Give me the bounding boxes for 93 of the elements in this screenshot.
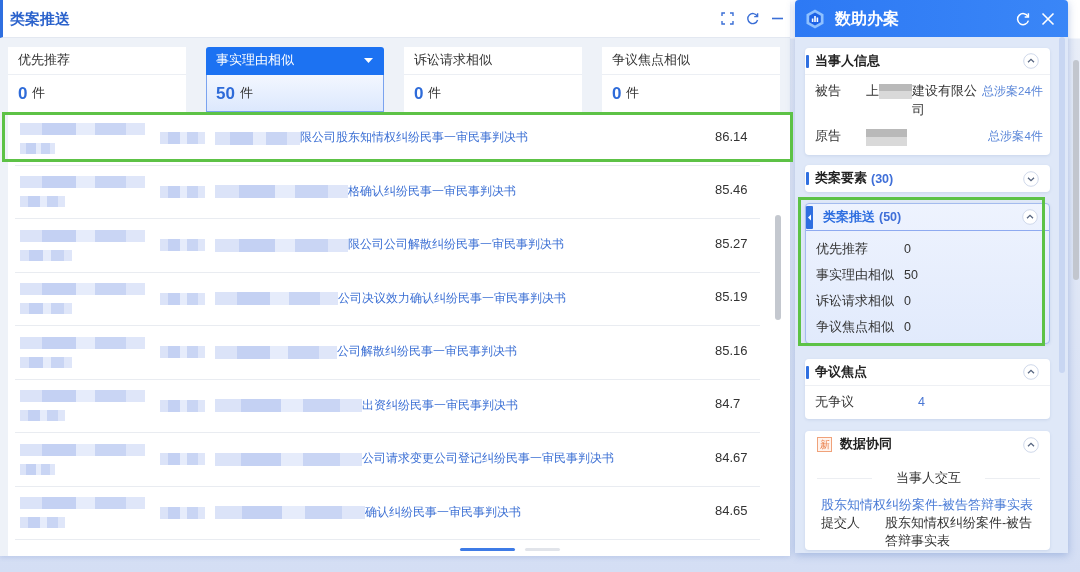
chevron-down-icon[interactable] — [1023, 170, 1039, 187]
section-title: 类案要素 — [815, 170, 867, 187]
party-role: 被告 — [815, 83, 842, 100]
redacted-text — [20, 142, 55, 154]
party-name-text: 上 — [866, 83, 879, 100]
redacted-text — [20, 463, 55, 475]
title-accent-bar — [806, 172, 809, 185]
case-count: 0 — [414, 85, 424, 102]
scrollbar[interactable] — [775, 215, 781, 320]
section-count: (50) — [879, 210, 902, 224]
section-count: (30) — [871, 171, 894, 186]
field-label: 优先推荐 — [816, 240, 869, 258]
field-value: 50 — [904, 268, 918, 282]
caret-down-icon[interactable] — [364, 58, 373, 63]
similarity-score: 84.67 — [715, 449, 749, 465]
category-tab[interactable]: 诉讼请求相似 — [404, 47, 582, 75]
chevron-up-icon[interactable] — [1023, 436, 1039, 453]
section-title: 争议焦点 — [815, 363, 867, 381]
case-count: 50 — [216, 84, 235, 102]
chart-logo-icon — [805, 8, 825, 29]
panel-title: 数助办案 — [835, 8, 900, 29]
case-title-link[interactable]: 格确认纠纷民事一审民事判决书 — [348, 183, 516, 200]
category-tab[interactable]: 争议焦点相似 — [602, 47, 780, 75]
field-label: 争议焦点相似 — [816, 318, 895, 336]
case-title-link[interactable]: 限公司股东知情权纠纷民事一审民事判决书 — [300, 130, 528, 147]
similarity-score: 85.16 — [715, 342, 749, 358]
similarity-score: 84.7 — [715, 396, 742, 412]
party-role: 原告 — [815, 128, 842, 145]
case-title-link[interactable]: 限公司公司解散纠纷民事一审民事判决书 — [348, 237, 564, 254]
field-label: 事实理由相似 — [816, 266, 895, 284]
fullscreen-icon[interactable] — [721, 12, 734, 25]
title-accent-bar — [806, 54, 809, 68]
party-name-text: 建设有限公司 — [912, 83, 978, 119]
redacted-text — [160, 506, 205, 519]
field-value: 0 — [904, 294, 911, 308]
redacted-text — [20, 249, 72, 261]
title-accent-bar — [806, 365, 809, 379]
redacted-text — [866, 129, 907, 146]
case-count: 0 — [18, 85, 28, 102]
document-link[interactable]: 股东知情权纠纷案件-被告答辩事实表 — [821, 496, 1040, 514]
case-count: 0 — [612, 85, 622, 102]
field-value: 0 — [904, 320, 911, 334]
case-title-link[interactable]: 公司请求变更公司登记纠纷民事一审民事判决书 — [362, 451, 614, 468]
left-arrow-tab-icon[interactable] — [806, 205, 813, 229]
section-title: 当事人信息 — [815, 52, 880, 70]
redacted-text — [160, 132, 205, 145]
redacted-text — [160, 185, 205, 198]
redacted-text — [20, 517, 65, 529]
redacted-text — [879, 84, 912, 99]
scrollbar[interactable] — [1073, 60, 1079, 280]
section-title: 数据协同 — [840, 436, 892, 453]
similarity-score: 85.46 — [715, 182, 749, 198]
case-title-link[interactable]: 确认纠纷民事一审民事判决书 — [365, 504, 521, 521]
redacted-text — [20, 356, 72, 368]
field-label: 提交人 — [821, 515, 861, 532]
case-title-link[interactable]: 公司解散纠纷民事一审民事判决书 — [337, 344, 517, 361]
chevron-up-icon[interactable] — [1023, 53, 1039, 69]
count-unit: 件 — [428, 87, 442, 100]
case-total-link[interactable]: 总涉案24件 — [982, 82, 1043, 120]
case-total-link[interactable]: 总涉案4件 — [988, 127, 1043, 146]
redacted-text — [160, 453, 205, 466]
category-tab[interactable]: 事实理由相似 — [206, 47, 384, 75]
field-value: 股东知情权纠纷案件-被告答辩事实表 — [885, 515, 1034, 550]
chevron-up-icon[interactable] — [1022, 209, 1038, 225]
redacted-text — [20, 196, 65, 208]
redacted-text — [160, 399, 205, 412]
count-unit: 件 — [32, 87, 46, 100]
redacted-text — [20, 303, 72, 315]
new-badge: 新 — [817, 437, 832, 452]
field-label: 诉讼请求相似 — [816, 292, 895, 310]
similarity-score: 86.14 — [715, 128, 749, 144]
category-tab[interactable]: 优先推荐 — [8, 47, 186, 75]
field-label: 无争议 — [815, 393, 855, 411]
redacted-text — [160, 292, 205, 305]
count-unit: 件 — [239, 86, 253, 100]
case-title-link[interactable]: 出资纠纷民事一审民事判决书 — [362, 397, 518, 414]
field-value: 4 — [918, 395, 925, 409]
case-title-link[interactable]: 公司决议效力确认纠纷民事一审民事判决书 — [338, 290, 566, 307]
chevron-up-icon[interactable] — [1023, 364, 1039, 380]
redacted-text — [160, 239, 205, 252]
count-unit: 件 — [626, 87, 640, 100]
section-title: 类案推送 — [823, 208, 875, 226]
similarity-score: 85.27 — [715, 235, 749, 251]
panel-title: 类案推送 — [10, 9, 70, 28]
field-value: 0 — [904, 242, 911, 256]
similarity-score: 84.65 — [715, 503, 749, 519]
similarity-score: 85.19 — [715, 289, 749, 305]
scrollbar[interactable] — [1059, 37, 1065, 373]
subsection-title: 当事人交互 — [896, 469, 961, 487]
redacted-text — [160, 346, 205, 359]
refresh-icon[interactable] — [746, 12, 759, 25]
redacted-text — [20, 410, 65, 422]
close-icon[interactable] — [1041, 11, 1055, 26]
